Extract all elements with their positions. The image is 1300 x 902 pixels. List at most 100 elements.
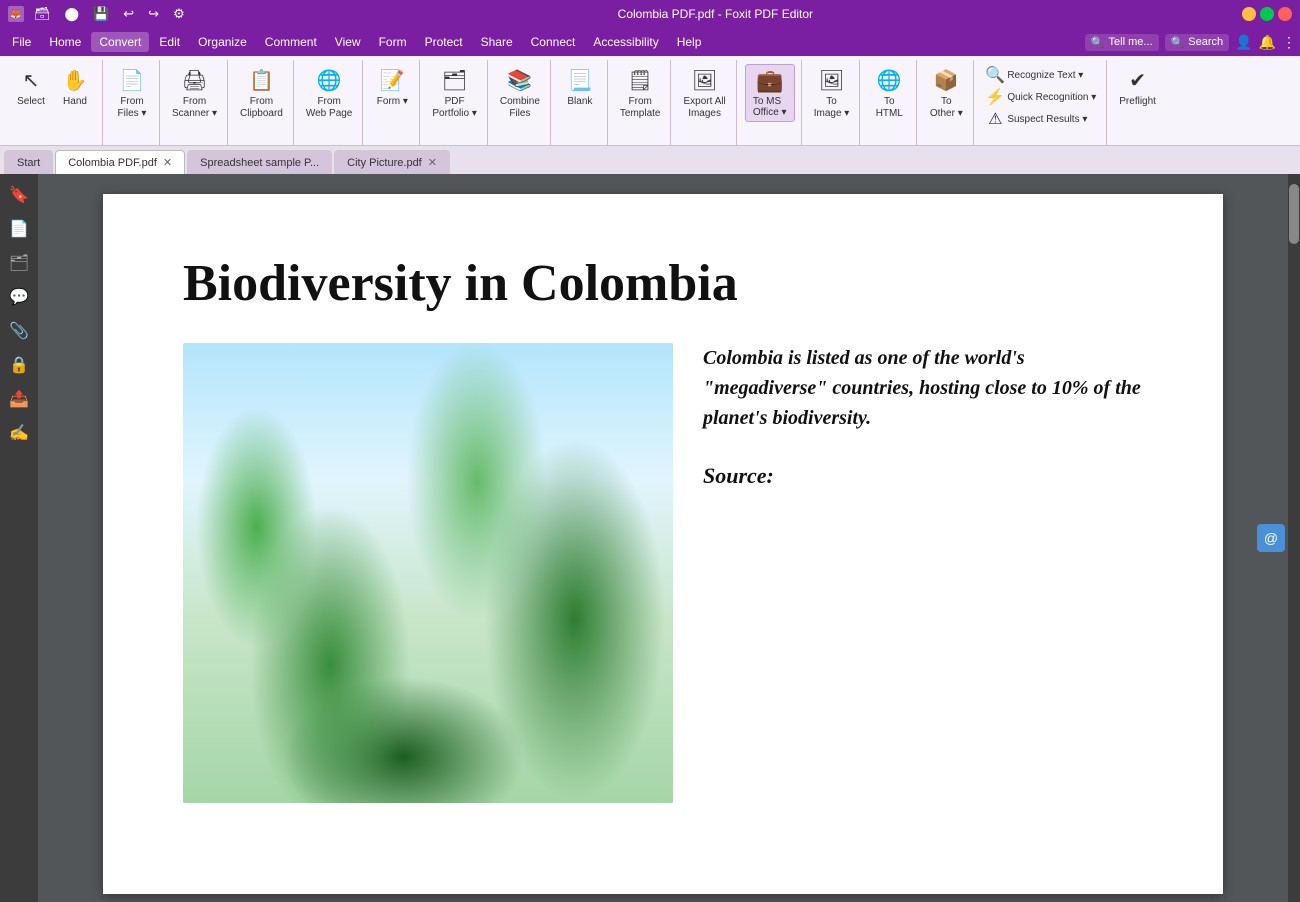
jungle-illustration bbox=[183, 343, 673, 803]
tabs-bar: Start Colombia PDF.pdf ✕ Spreadsheet sam… bbox=[0, 146, 1300, 174]
vertical-scrollbar[interactable] bbox=[1288, 174, 1300, 902]
blank-label: Blank bbox=[567, 96, 592, 108]
minimize-btn[interactable] bbox=[1242, 7, 1256, 21]
view-menu[interactable]: View bbox=[327, 32, 369, 52]
sidebar-item-signature[interactable]: ✍ bbox=[4, 418, 34, 448]
help-menu[interactable]: Help bbox=[669, 32, 710, 52]
blank-icon: 📃 bbox=[566, 66, 594, 94]
circle-btn[interactable]: ⬤ bbox=[61, 4, 84, 24]
pdf-portfolio-label: PDFPortfolio ▾ bbox=[432, 96, 476, 120]
from-scanner-group: 🖨 FromScanner ▾ bbox=[162, 60, 228, 145]
more-options[interactable]: ⋮ bbox=[1282, 34, 1296, 51]
city-tab[interactable]: City Picture.pdf ✕ bbox=[334, 150, 450, 174]
spreadsheet-tab-label: Spreadsheet sample P... bbox=[200, 157, 319, 169]
to-other-label: ToOther ▾ bbox=[930, 96, 963, 120]
export-images-icon: 🖼 bbox=[691, 66, 719, 94]
window-controls bbox=[1242, 7, 1292, 21]
text-side: Colombia is listed as one of the world's… bbox=[703, 343, 1143, 489]
file-menu[interactable]: File bbox=[4, 32, 39, 52]
sidebar-item-attach[interactable]: 📎 bbox=[4, 316, 34, 346]
to-html-group: 🌐 ToHTML bbox=[862, 60, 917, 145]
file-menu-btn[interactable]: 🗃 bbox=[30, 4, 55, 24]
user-account[interactable]: 👤 bbox=[1235, 34, 1252, 51]
floating-assistant-btn[interactable]: @ bbox=[1257, 524, 1285, 552]
from-files-icon: 📄 bbox=[118, 66, 146, 94]
protect-menu[interactable]: Protect bbox=[417, 32, 471, 52]
tell-me-search[interactable]: 🔍 Tell me... bbox=[1085, 34, 1159, 51]
to-image-button[interactable]: 🖼 ToImage ▾ bbox=[810, 64, 854, 122]
from-files-label: FromFiles ▾ bbox=[118, 96, 147, 120]
to-image-icon: 🖼 bbox=[818, 66, 846, 94]
from-webpage-button[interactable]: 🌐 FromWeb Page bbox=[302, 64, 357, 122]
from-clipboard-icon: 📋 bbox=[247, 66, 275, 94]
from-webpage-label: FromWeb Page bbox=[306, 96, 353, 120]
preflight-button[interactable]: ✔ Preflight bbox=[1115, 64, 1160, 110]
select-icon: ↖ bbox=[17, 66, 45, 94]
quick-recognition-button[interactable]: ⚡ Quick Recognition ▾ bbox=[982, 86, 1100, 108]
share-menu[interactable]: Share bbox=[473, 32, 521, 52]
suspect-results-button[interactable]: ⚠ Suspect Results ▾ bbox=[982, 108, 1100, 130]
sidebar-item-comments[interactable]: 💬 bbox=[4, 282, 34, 312]
export-images-group: 🖼 Export AllImages bbox=[673, 60, 736, 145]
to-other-icon: 📦 bbox=[932, 66, 960, 94]
sidebar-item-bookmark[interactable]: 🔖 bbox=[4, 180, 34, 210]
sidebar-item-pages[interactable]: 📄 bbox=[4, 214, 34, 244]
search-bar[interactable]: 🔍 Search bbox=[1165, 34, 1230, 51]
from-scanner-button[interactable]: 🖨 FromScanner ▾ bbox=[168, 64, 221, 122]
blank-button[interactable]: 📃 Blank bbox=[559, 64, 601, 110]
sidebar-item-export[interactable]: 📤 bbox=[4, 384, 34, 414]
export-images-button[interactable]: 🖼 Export AllImages bbox=[679, 64, 729, 122]
scroll-thumb[interactable] bbox=[1289, 184, 1299, 244]
undo-btn[interactable]: ↩ bbox=[119, 4, 138, 24]
sidebar-item-layers[interactable]: 🗂 bbox=[4, 248, 34, 278]
from-template-button[interactable]: 🗒 FromTemplate bbox=[616, 64, 665, 122]
comment-menu[interactable]: Comment bbox=[257, 32, 325, 52]
connect-menu[interactable]: Connect bbox=[523, 32, 584, 52]
to-ms-office-button[interactable]: 💼 To MSOffice ▾ bbox=[745, 64, 795, 122]
recognize-text-button[interactable]: 🔍 Recognize Text ▾ bbox=[982, 64, 1100, 86]
from-template-label: FromTemplate bbox=[620, 96, 661, 120]
from-clipboard-button[interactable]: 📋 FromClipboard bbox=[236, 64, 287, 122]
notification-bell[interactable]: 🔔 bbox=[1259, 34, 1276, 51]
redo-btn[interactable]: ↪ bbox=[144, 4, 163, 24]
organize-menu[interactable]: Organize bbox=[190, 32, 255, 52]
form-menu[interactable]: Form bbox=[371, 32, 415, 52]
hand-button[interactable]: ✋ Hand bbox=[54, 64, 96, 110]
edit-menu[interactable]: Edit bbox=[151, 32, 188, 52]
document-area[interactable]: Biodiversity in Colombia bbox=[38, 174, 1288, 902]
colombia-tab[interactable]: Colombia PDF.pdf ✕ bbox=[55, 150, 185, 174]
select-label: Select bbox=[17, 96, 45, 108]
from-scanner-icon: 🖨 bbox=[181, 66, 209, 94]
to-ms-office-label: To MSOffice ▾ bbox=[753, 96, 787, 118]
colombia-tab-close[interactable]: ✕ bbox=[163, 156, 172, 169]
hand-icon: ✋ bbox=[61, 66, 89, 94]
suspect-results-icon: ⚠ bbox=[986, 110, 1004, 128]
select-button[interactable]: ↖ Select bbox=[10, 64, 52, 110]
search-icon: 🔍 bbox=[1091, 36, 1105, 49]
sidebar-item-security[interactable]: 🔒 bbox=[4, 350, 34, 380]
document-content: Colombia is listed as one of the world's… bbox=[183, 343, 1143, 803]
maximize-btn[interactable] bbox=[1260, 7, 1274, 21]
from-files-button[interactable]: 📄 FromFiles ▾ bbox=[111, 64, 153, 122]
combine-files-button[interactable]: 📚 CombineFiles bbox=[496, 64, 544, 122]
to-html-button[interactable]: 🌐 ToHTML bbox=[868, 64, 910, 122]
title-bar: 🦊 🗃 ⬤ 💾 ↩ ↪ ⚙ Colombia PDF.pdf - Foxit P… bbox=[0, 0, 1300, 28]
from-files-group: 📄 FromFiles ▾ bbox=[105, 60, 160, 145]
home-menu[interactable]: Home bbox=[41, 32, 89, 52]
convert-menu[interactable]: Convert bbox=[91, 32, 149, 52]
start-tab[interactable]: Start bbox=[4, 150, 53, 174]
from-webpage-group: 🌐 FromWeb Page bbox=[296, 60, 364, 145]
options-btn[interactable]: ⚙ bbox=[169, 4, 189, 24]
from-webpage-icon: 🌐 bbox=[315, 66, 343, 94]
spreadsheet-tab[interactable]: Spreadsheet sample P... bbox=[187, 150, 332, 174]
accessibility-menu[interactable]: Accessibility bbox=[585, 32, 666, 52]
form-button[interactable]: 📝 Form ▾ bbox=[371, 64, 413, 110]
select-hand-group: ↖ Select ✋ Hand bbox=[4, 60, 103, 145]
save-btn[interactable]: 💾 bbox=[89, 4, 113, 24]
city-tab-close[interactable]: ✕ bbox=[428, 156, 437, 169]
left-sidebar: 🔖 📄 🗂 💬 📎 🔒 📤 ✍ bbox=[0, 174, 38, 902]
close-btn[interactable] bbox=[1278, 7, 1292, 21]
to-other-button[interactable]: 📦 ToOther ▾ bbox=[925, 64, 967, 122]
pdf-portfolio-button[interactable]: 🗂 PDFPortfolio ▾ bbox=[428, 64, 480, 122]
to-html-label: ToHTML bbox=[876, 96, 903, 120]
